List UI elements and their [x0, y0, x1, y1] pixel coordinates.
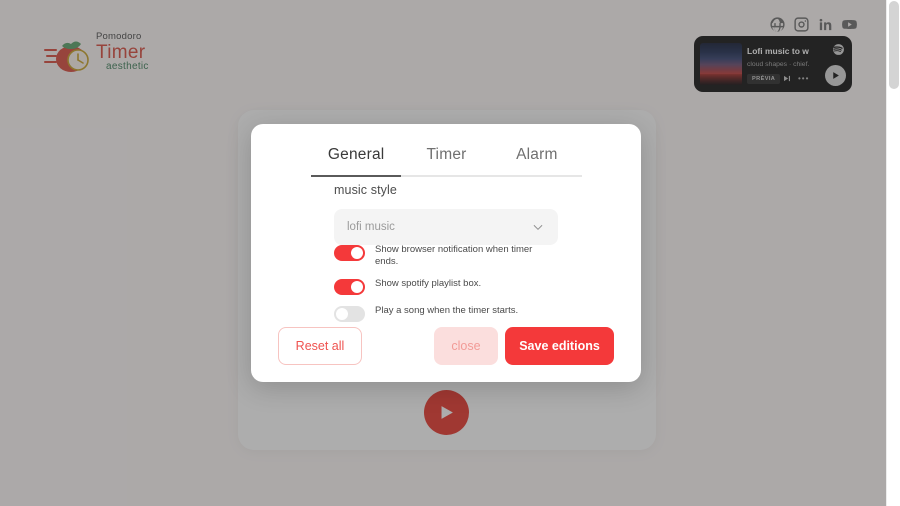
- toggle-spotify-box[interactable]: [334, 279, 365, 295]
- settings-modal: General Timer Alarm music style lofi mus…: [251, 124, 641, 382]
- toggle-label-play-song: Play a song when the timer starts.: [375, 305, 519, 316]
- settings-tabs: General Timer Alarm: [311, 146, 582, 177]
- music-style-label: music style: [334, 183, 397, 197]
- music-style-value: lofi music: [347, 221, 395, 233]
- toggle-play-song[interactable]: [334, 306, 365, 322]
- toggle-row-browser-notification: Show browser notification when timer end…: [334, 244, 564, 268]
- music-style-group: music style lofi music: [334, 183, 558, 245]
- reset-all-button[interactable]: Reset all: [278, 327, 362, 365]
- tab-timer[interactable]: Timer: [401, 146, 491, 175]
- tab-alarm[interactable]: Alarm: [492, 146, 582, 175]
- tab-general[interactable]: General: [311, 146, 402, 177]
- page-scrollbar[interactable]: [886, 0, 900, 506]
- close-button[interactable]: close: [434, 327, 498, 365]
- toggle-label-browser-notification: Show browser notification when timer end…: [375, 244, 533, 267]
- toggle-knob: [351, 247, 363, 259]
- scrollbar-thumb[interactable]: [889, 1, 899, 89]
- modal-actions: Reset all close Save editions: [278, 327, 614, 365]
- toggle-row-spotify-box: Show spotify playlist box.: [334, 278, 564, 295]
- toggle-row-play-song: Play a song when the timer starts.: [334, 305, 564, 322]
- chevron-down-icon: [531, 220, 545, 234]
- toggle-knob: [351, 281, 363, 293]
- save-editions-button[interactable]: Save editions: [505, 327, 614, 365]
- toggle-browser-notification[interactable]: [334, 245, 365, 261]
- settings-toggles: Show browser notification when timer end…: [334, 244, 564, 332]
- toggle-label-spotify-box: Show spotify playlist box.: [375, 278, 482, 289]
- toggle-knob: [336, 308, 348, 320]
- music-style-select[interactable]: lofi music: [334, 209, 558, 245]
